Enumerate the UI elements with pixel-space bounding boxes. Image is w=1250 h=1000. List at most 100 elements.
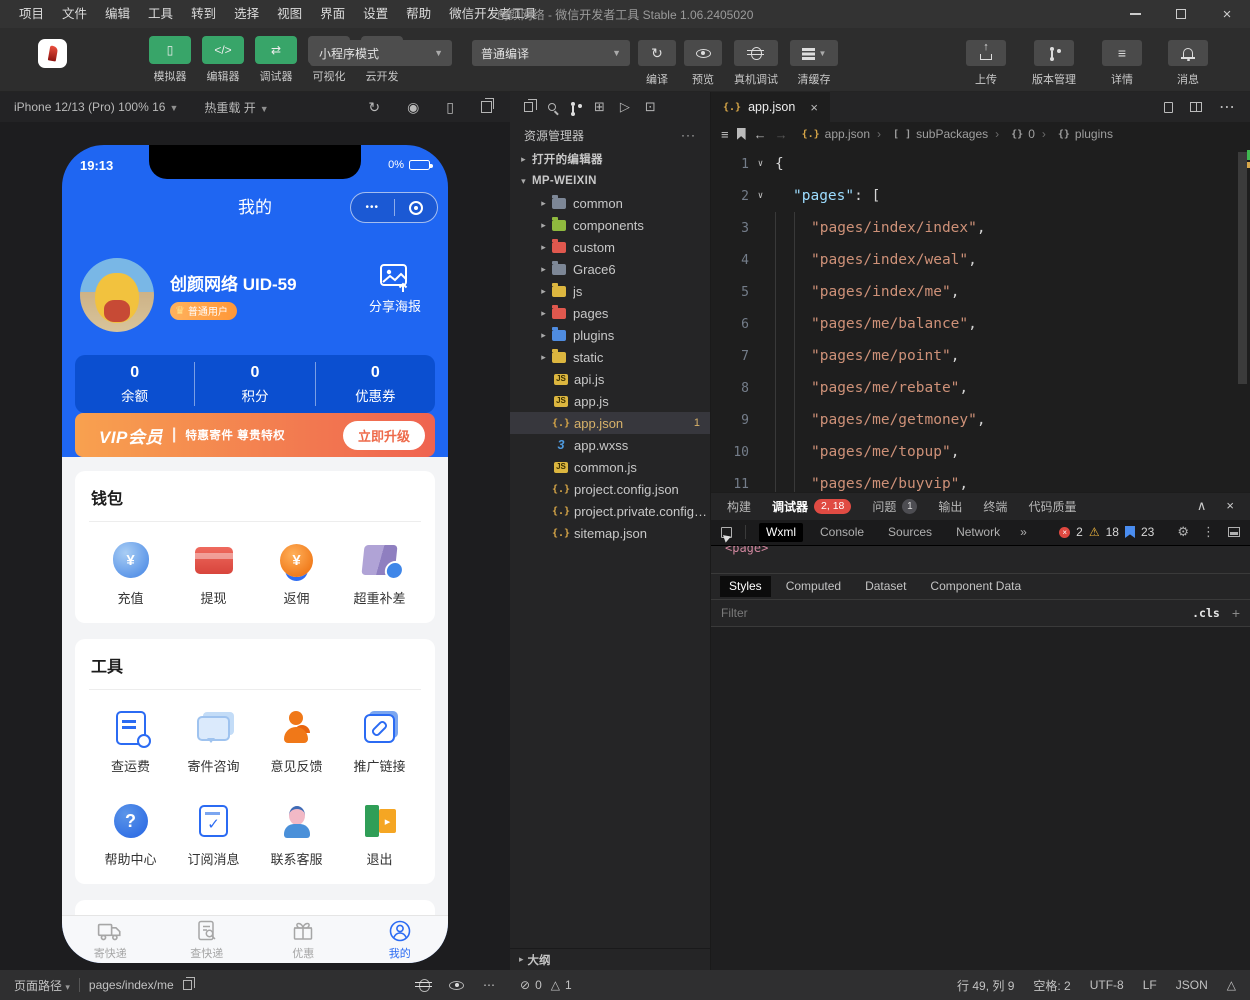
refresh-icon[interactable]: ↻ [368,99,380,116]
code-line[interactable]: 11 "pages/me/buyvip", [711,468,1250,492]
devtools-tab[interactable]: Console [813,523,871,542]
bookmark-icon[interactable] [737,128,746,140]
styles-tab[interactable]: Component Data [921,576,1030,597]
code-line[interactable]: 10 "pages/me/topup", [711,436,1250,468]
code-line[interactable]: 3 "pages/index/index", [711,212,1250,244]
tab-mine[interactable]: 我的 [352,916,449,963]
folder-row[interactable]: ▸ pages [510,302,710,324]
error-count[interactable]: 2 [1076,525,1083,539]
outline-section[interactable]: ▸ 大纲 [510,948,710,970]
copy-icon[interactable] [183,980,192,990]
code-line[interactable]: 4 "pages/index/weal", [711,244,1250,276]
filter-input[interactable] [721,606,1192,620]
devtools-tab[interactable]: Wxml [759,523,803,542]
folder-row[interactable]: ▸ Grace6 [510,258,710,280]
multi-window-icon[interactable] [481,101,492,113]
file-row[interactable]: app.js [510,390,710,412]
grid-item[interactable]: 提现 [172,526,255,619]
more-icon[interactable] [351,202,394,213]
share-poster-button[interactable]: 分享海报 [356,263,434,315]
fold-icon[interactable]: ∨ [752,191,769,201]
folder-row[interactable]: ▸ components [510,214,710,236]
styles-tab[interactable]: Styles [720,576,771,597]
kebab-menu-icon[interactable]: ⋮ [1202,524,1215,540]
upload-button[interactable]: 上传 [966,40,1006,87]
code-line[interactable]: 7 "pages/me/point", [711,340,1250,372]
editor-tab[interactable]: {.} app.json × [711,92,830,122]
inspect-element-icon[interactable] [721,527,732,538]
folder-row[interactable]: ▸ plugins [510,324,710,346]
maximize-button[interactable] [1158,0,1204,28]
fold-icon[interactable]: ∨ [752,159,769,169]
grid-item[interactable]: 联系客服 [255,787,338,880]
avatar[interactable] [38,39,67,68]
grid-item[interactable]: 意见反馈 [255,694,338,787]
menu-item[interactable]: 项目 [10,0,53,28]
file-row[interactable]: project.config.json [510,478,710,500]
breadcrumb-item[interactable]: {} plugins [1035,127,1113,141]
code-line[interactable]: 5 "pages/index/me", [711,276,1250,308]
capsule-close-icon[interactable] [395,201,438,215]
code-line[interactable]: 6 "pages/me/balance", [711,308,1250,340]
code-line[interactable]: 2 ∨ "pages": [ [711,180,1250,212]
collapse-icon[interactable]: ∧ [1197,498,1207,514]
menu-item[interactable]: 转到 [182,0,225,28]
warning-icon[interactable]: △ [1227,978,1236,992]
page-path-select[interactable]: 页面路径 ▾ [14,977,70,994]
extensions-icon[interactable]: ⊞ [594,99,605,115]
stat-item[interactable]: 0 余额 [75,362,194,406]
file-row[interactable]: sitemap.json [510,522,710,544]
breadcrumb-item[interactable]: {.} app.json [802,127,870,141]
open-preview-icon[interactable] [1164,102,1173,113]
avatar[interactable] [80,258,154,332]
file-row[interactable]: api.js [510,368,710,390]
debug-tab[interactable]: 问题 1 [872,498,917,515]
debug-tab[interactable]: 调试器 2, 18 [772,498,851,515]
source-control-icon[interactable] [571,102,575,106]
stat-item[interactable]: 0 积分 [194,362,314,406]
scrollbar[interactable] [1238,152,1247,384]
close-icon[interactable]: × [1226,498,1234,514]
grid-item[interactable]: 超重补差 [338,526,421,619]
menu-item[interactable]: 文件 [53,0,96,28]
details-button[interactable]: ≡详情 [1102,40,1142,87]
cursor-position[interactable]: 行 49, 列 9 [957,977,1014,994]
elements-tree[interactable]: <page> [711,546,1250,573]
eol[interactable]: LF [1143,978,1157,992]
grid-item[interactable]: 帮助中心 [89,787,172,880]
issues-count[interactable]: 23 [1141,525,1154,539]
errors-icon[interactable]: ⊘ [520,978,530,992]
run-debug-icon[interactable]: ▷ [620,99,630,115]
new-style-rule-button[interactable]: + [1232,605,1240,621]
mode-button[interactable]: </> 编辑器 [201,36,245,84]
dock-side-icon[interactable] [1228,527,1240,537]
file-row[interactable]: project.private.config.js... [510,500,710,522]
styles-tab[interactable]: Computed [777,576,850,597]
more-actions-icon[interactable]: ··· [681,128,696,142]
preview-button[interactable]: 预览 [684,40,722,87]
grid-item[interactable]: 返佣 [255,526,338,619]
menu-item[interactable]: 帮助 [397,0,440,28]
version-control-button[interactable]: 版本管理 [1032,40,1076,87]
more-tools-icon[interactable]: ⊡ [645,99,656,115]
search-icon[interactable] [548,103,556,111]
forward-icon[interactable]: → [775,127,788,142]
phone-icon[interactable]: ▯ [446,99,454,116]
grid-item[interactable]: 充值 [89,526,172,619]
warnings-icon[interactable]: △ [551,978,560,992]
close-button[interactable]: × [1204,0,1250,28]
grid-item[interactable]: 订阅消息 [172,787,255,880]
tab-send-express[interactable]: 寄快递 [62,916,159,963]
clear-cache-button[interactable]: ▼清缓存 [790,40,838,87]
menu-item[interactable]: 编辑 [96,0,139,28]
grid-item[interactable]: 查运费 [89,694,172,787]
tab-track-express[interactable]: 查快递 [159,916,256,963]
code-line[interactable]: 9 "pages/me/getmoney", [711,404,1250,436]
file-row[interactable]: app.wxss [510,434,710,456]
styles-tab[interactable]: Dataset [856,576,915,597]
messages-button[interactable]: 消息 [1168,40,1208,87]
hot-reload-toggle[interactable]: 热重载 开▼ [204,99,268,116]
mode-button[interactable]: ⇄ 调试器 [254,36,298,84]
devtools-tab[interactable]: Network [949,523,1007,542]
grid-item[interactable]: 推广链接 [338,694,421,787]
